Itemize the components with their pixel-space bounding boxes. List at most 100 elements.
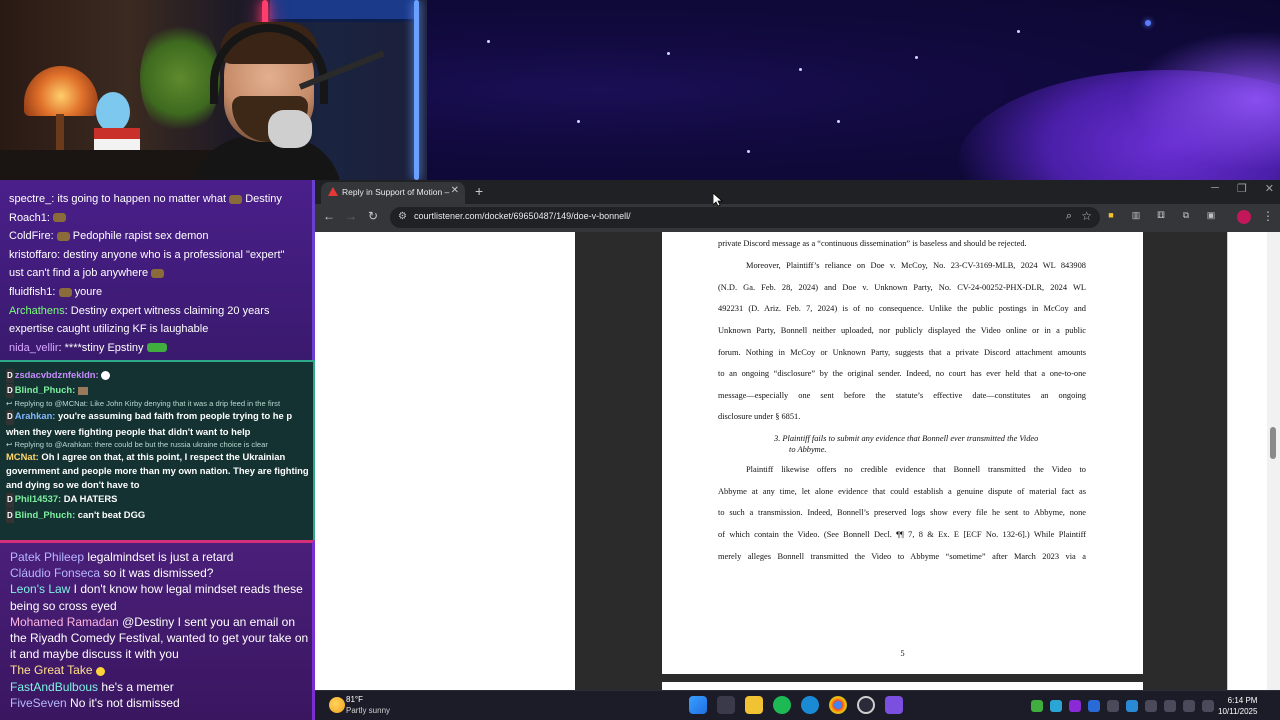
chat-username: Blind_Phuch:: [14, 508, 76, 520]
pdf-viewer: private Discord message as a “continuous…: [315, 232, 1280, 690]
chat-message: FastAndBulbous he's a memer: [10, 679, 310, 695]
chat-username: Arahkan:: [14, 410, 56, 422]
sidebar-icon[interactable]: ▣: [1205, 209, 1217, 221]
bookmark-star-icon[interactable]: ☆: [1081, 209, 1092, 223]
window-controls: ─ ❐ ✕: [1211, 182, 1274, 195]
lamp-base: [56, 114, 64, 152]
menu-icon[interactable]: ⋮: [1262, 209, 1274, 223]
weather-temperature[interactable]: 81°F: [346, 695, 363, 704]
address-bar[interactable]: ⚙ courtlistener.com/docket/69650487/149/…: [390, 207, 1100, 228]
emote-icon: [146, 343, 167, 353]
chat-username: ColdFire: [9, 230, 51, 243]
tray-icon[interactable]: [1088, 700, 1100, 712]
chat-username: FiveSeven: [10, 695, 67, 710]
document-line: disclosure under § 6851.: [718, 412, 801, 421]
chat-username: spectre_: [9, 193, 52, 205]
url-text[interactable]: courtlistener.com/docket/69650487/149/do…: [414, 211, 631, 221]
emote-icon: [101, 371, 111, 381]
maximize-icon[interactable]: ❐: [1237, 182, 1247, 195]
neon-light: [414, 0, 419, 180]
chat-username: kristoffaro: [9, 248, 58, 261]
sub-badge: D: [6, 410, 14, 425]
chat-username: zsdacvbdznfekldn:: [14, 369, 99, 380]
task-view-icon[interactable]: [717, 696, 735, 714]
clock[interactable]: 6:14 PM 10/11/2025: [1218, 695, 1257, 717]
close-window-icon[interactable]: ✕: [1265, 182, 1274, 195]
emote-icon: [56, 231, 70, 241]
minimize-icon[interactable]: ─: [1211, 182, 1219, 195]
chat-username: Leon's Law: [10, 582, 71, 597]
weather-description[interactable]: Partly sunny: [346, 706, 390, 715]
emote-icon: [77, 386, 88, 395]
network-icon[interactable]: [1183, 700, 1195, 712]
tray-icon[interactable]: [1145, 700, 1157, 712]
chat-username: Blind_Phuch:: [14, 384, 76, 396]
spotify-icon[interactable]: [773, 696, 791, 714]
edge-icon[interactable]: [801, 696, 819, 714]
document-line: forum. Nothing in McCoy or Unknown Party…: [718, 348, 1086, 357]
zoom-icon[interactable]: ⌕: [1066, 210, 1072, 223]
tray-icon[interactable]: [1050, 700, 1062, 712]
chat-text: : ****stiny Epstiny: [58, 341, 144, 354]
pdf-page: private Discord message as a “continuous…: [662, 232, 1143, 674]
tray-icon[interactable]: [1069, 700, 1081, 712]
star: [487, 40, 490, 43]
plant: [140, 18, 220, 138]
site-info-icon[interactable]: ⚙: [398, 211, 407, 222]
puzzle-icon[interactable]: ⧉: [1180, 209, 1192, 221]
close-tab-icon[interactable]: ✕: [451, 185, 459, 196]
chat-text: DA HATERS: [61, 493, 118, 505]
trash-icon[interactable]: ▥: [1130, 209, 1142, 221]
chat-message: expertise caught utilizing KF is laughab…: [9, 320, 308, 339]
chat-text: : destiny anyone who is a professional "…: [57, 248, 285, 261]
weather-icon[interactable]: [329, 697, 345, 713]
chat-username: Phil14537:: [14, 493, 62, 505]
chat-username: FastAndBulbous: [10, 679, 99, 694]
tray-icon[interactable]: [1164, 700, 1176, 712]
section-heading: to Abbyme.: [789, 445, 827, 454]
chat-text: ust can't find a job anywhere: [9, 267, 149, 280]
chat-text: can't beat DGG: [75, 508, 146, 520]
star: [577, 120, 580, 123]
tray-icon[interactable]: [1126, 700, 1138, 712]
chat-text: expertise caught utilizing KF is laughab…: [9, 323, 209, 336]
webcam-feed: [0, 0, 427, 180]
profile-avatar[interactable]: [1237, 210, 1251, 224]
chat-message: D Phil14537: DA HATERS: [6, 492, 311, 508]
browser-tab[interactable]: Reply in Support of Motion – # ✕: [321, 182, 465, 204]
chat-panel-top: spectre_: its going to happen no matter …: [0, 180, 315, 360]
sub-badge: D: [6, 369, 14, 384]
scrollbar-thumb[interactable]: [1270, 427, 1276, 459]
pdf-next-page: [662, 682, 1143, 690]
reload-icon[interactable]: ↻: [368, 209, 378, 223]
left-pane: [315, 232, 575, 690]
chat-message: Cláudio Fonseca so it was dismissed?: [10, 565, 310, 581]
chat-text: :: [52, 285, 56, 298]
file-explorer-icon[interactable]: [745, 696, 763, 714]
document-line: message—especially one sent before the s…: [718, 391, 1086, 400]
forward-icon[interactable]: →: [345, 209, 357, 223]
document-line: private Discord message as a “continuous…: [718, 239, 1027, 248]
chat-message: Archathens: Destiny expert witness claim…: [9, 302, 308, 321]
folder-icon[interactable]: ■: [1105, 209, 1117, 221]
document-line: to such a transmission. Indeed, Bonnell’…: [718, 508, 1086, 517]
back-icon[interactable]: ←: [323, 209, 335, 223]
browser-window: Reply in Support of Motion – # ✕ + ─ ❐ ✕…: [315, 180, 1280, 690]
tray-icon[interactable]: [1107, 700, 1119, 712]
chat-message: kristoffaro: destiny anyone who is a pro…: [9, 246, 308, 265]
extension-icon[interactable]: ⚅: [1155, 209, 1167, 221]
new-tab-button[interactable]: +: [475, 183, 483, 199]
chat-username: Patek Phileep: [10, 550, 85, 564]
scrollbar[interactable]: [1267, 232, 1280, 690]
start-icon[interactable]: [689, 696, 707, 714]
streamer-body: [192, 136, 342, 180]
star: [837, 120, 840, 123]
chrome-icon[interactable]: [829, 696, 847, 714]
volume-icon[interactable]: [1202, 700, 1214, 712]
obs-icon[interactable]: [857, 696, 875, 714]
clock-date: 10/11/2025: [1218, 707, 1258, 716]
chat-text: :: [50, 230, 57, 243]
app-icon[interactable]: [885, 696, 903, 714]
tray-icon[interactable]: [1031, 700, 1043, 712]
chat-username: Roach1: [9, 211, 47, 224]
